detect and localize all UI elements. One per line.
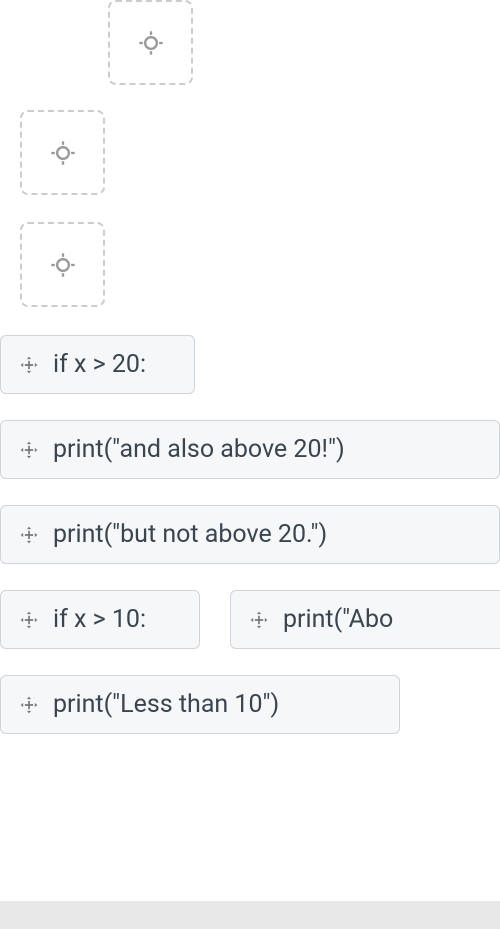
draggable-code-block-print-not-above-20[interactable]: print("but not above 20.") xyxy=(0,505,500,564)
draggable-code-block-print-less-10[interactable]: print("Less than 10") xyxy=(0,675,400,734)
draggable-code-block-print-above[interactable]: print("Abo xyxy=(230,590,500,649)
drag-handle-icon xyxy=(249,610,269,630)
code-text: print("Less than 10") xyxy=(53,690,279,719)
drag-handle-icon xyxy=(19,525,39,545)
drag-handle-icon xyxy=(19,355,39,375)
footer-bar xyxy=(0,901,500,929)
code-text: print("and also above 20!") xyxy=(53,435,345,464)
target-icon xyxy=(49,251,77,279)
drag-handle-icon xyxy=(19,610,39,630)
draggable-code-block-if-20[interactable]: if x > 20: xyxy=(0,335,195,394)
target-icon xyxy=(137,29,165,57)
target-icon xyxy=(49,139,77,167)
code-text: if x > 10: xyxy=(53,605,146,634)
drag-handle-icon xyxy=(19,695,39,715)
drop-target-3[interactable] xyxy=(20,222,105,307)
draggable-code-block-if-10[interactable]: if x > 10: xyxy=(0,590,200,649)
drag-handle-icon xyxy=(19,440,39,460)
code-text: print("but not above 20.") xyxy=(53,520,327,549)
drop-target-1[interactable] xyxy=(108,0,193,85)
code-text: if x > 20: xyxy=(53,350,146,379)
drop-target-2[interactable] xyxy=(20,110,105,195)
draggable-code-block-print-above-20[interactable]: print("and also above 20!") xyxy=(0,420,500,479)
code-text: print("Abo xyxy=(283,605,393,634)
